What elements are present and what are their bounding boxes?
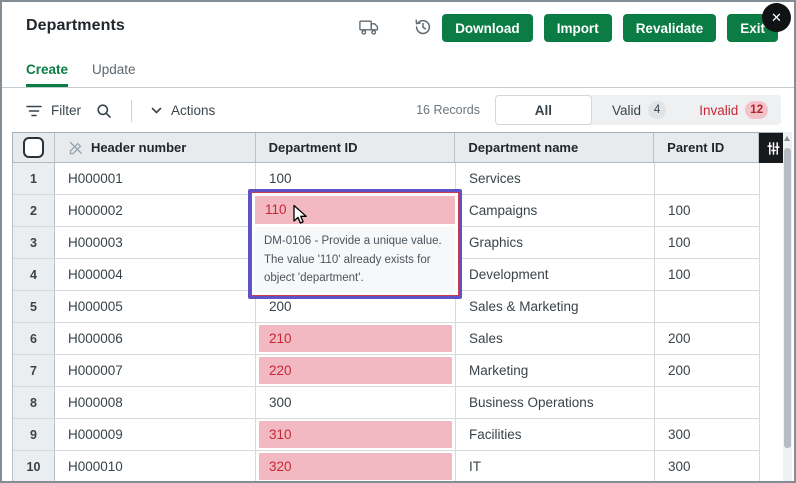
row-number: 10	[13, 451, 55, 483]
cell-header-number[interactable]: H000008	[55, 387, 256, 419]
cell-header-number[interactable]: H000001	[55, 163, 256, 195]
tab-create[interactable]: Create	[26, 54, 68, 87]
search-icon	[96, 103, 112, 119]
history-icon[interactable]	[414, 18, 432, 39]
cell-header-number[interactable]: H000003	[55, 227, 256, 259]
departments-window: Departments Download Import Revalidate E…	[0, 0, 796, 483]
invalid-value: 310	[259, 421, 452, 448]
selected-invalid-cell: 110 DM-0106 - Provide a unique value. Th…	[248, 189, 462, 299]
revalidate-button[interactable]: Revalidate	[623, 14, 717, 42]
cell-parent-id[interactable]: 200	[655, 355, 760, 387]
value: 300	[256, 387, 455, 418]
scrollbar-thumb[interactable]	[784, 148, 791, 448]
cell-department-name[interactable]: Development	[456, 259, 655, 291]
page-title: Departments	[26, 17, 125, 35]
valid-count-badge: 4	[648, 101, 666, 119]
segment-invalid[interactable]: Invalid 12	[686, 95, 781, 125]
invalid-count-badge: 12	[745, 101, 768, 119]
cell-header-number[interactable]: H000010	[55, 451, 256, 483]
row-number: 7	[13, 355, 55, 387]
cell-header-number[interactable]: H000009	[55, 419, 256, 451]
cell-department-name[interactable]: Business Operations	[456, 387, 655, 419]
cell-parent-id[interactable]: 100	[655, 227, 760, 259]
cell-header-number[interactable]: H000004	[55, 259, 256, 291]
cell-header-number[interactable]: H000007	[55, 355, 256, 387]
search-button[interactable]	[96, 103, 112, 119]
vertical-scrollbar[interactable]	[783, 132, 792, 481]
error-tooltip: DM-0106 - Provide a unique value. The va…	[255, 227, 455, 292]
row-number: 3	[13, 227, 55, 259]
cell-department-name[interactable]: Sales	[456, 323, 655, 355]
cell-parent-id[interactable]: 300	[655, 451, 760, 483]
table-header: Header number Department ID Department n…	[12, 133, 787, 163]
download-button[interactable]: Download	[442, 14, 533, 42]
cell-department-name[interactable]: Campaigns	[456, 195, 655, 227]
invalid-value: 320	[259, 453, 452, 480]
select-all-checkbox[interactable]	[23, 137, 44, 158]
cell-parent-id[interactable]	[655, 291, 760, 323]
cell-department-name[interactable]: Graphics	[456, 227, 655, 259]
cell-department-name[interactable]: IT	[456, 451, 655, 483]
table-row: 7H000007220Marketing200	[12, 355, 787, 387]
column-department-id[interactable]: Department ID	[256, 133, 456, 163]
cell-department-name[interactable]: Services	[456, 163, 655, 195]
records-count: 16 Records	[416, 103, 480, 117]
actions-menu-button[interactable]: Actions	[151, 103, 215, 118]
select-all-cell	[13, 133, 55, 163]
cell-header-number[interactable]: H000002	[55, 195, 256, 227]
table-row: 8H000008300Business Operations	[12, 387, 787, 419]
segment-valid[interactable]: Valid 4	[592, 95, 687, 125]
validity-filter: All Valid 4 Invalid 12	[495, 95, 781, 125]
departments-table: Header number Department ID Department n…	[12, 132, 787, 483]
filter-button[interactable]: Filter	[26, 103, 81, 118]
toolbar-divider	[131, 100, 132, 122]
cell-parent-id[interactable]: 100	[655, 195, 760, 227]
cell-department-id[interactable]: 300	[256, 387, 456, 419]
header-actions: Download Import Revalidate Exit	[442, 14, 778, 42]
cell-department-id[interactable]: 310	[256, 419, 456, 451]
column-header-number[interactable]: Header number	[55, 133, 256, 163]
tab-bar: Create Update	[2, 54, 794, 88]
chevron-down-icon	[151, 107, 162, 114]
mouse-cursor	[289, 203, 311, 225]
scroll-up-arrow-icon[interactable]	[784, 136, 790, 141]
cell-parent-id[interactable]: 200	[655, 323, 760, 355]
table-row: 9H000009310Facilities300	[12, 419, 787, 451]
cell-parent-id[interactable]: 100	[655, 259, 760, 291]
tab-update[interactable]: Update	[92, 54, 136, 87]
cell-department-id[interactable]: 320	[256, 451, 456, 483]
column-parent-id[interactable]: Parent ID	[654, 133, 759, 163]
row-number: 2	[13, 195, 55, 227]
table-row: 10H000010320IT300	[12, 451, 787, 483]
invalid-value: 210	[259, 325, 452, 352]
cell-header-number[interactable]: H000006	[55, 323, 256, 355]
sliders-icon	[767, 142, 780, 155]
close-icon[interactable]: ✕	[762, 3, 791, 32]
delivery-truck-icon[interactable]	[359, 19, 379, 39]
cell-department-name[interactable]: Marketing	[456, 355, 655, 387]
cell-department-id[interactable]: 220	[256, 355, 456, 387]
row-number: 9	[13, 419, 55, 451]
import-button[interactable]: Import	[544, 14, 612, 42]
no-edit-icon	[68, 140, 83, 155]
cell-department-name[interactable]: Facilities	[456, 419, 655, 451]
invalid-value: 220	[259, 357, 452, 384]
row-number: 1	[13, 163, 55, 195]
row-number: 4	[13, 259, 55, 291]
filter-icon	[26, 105, 42, 117]
row-number: 8	[13, 387, 55, 419]
cell-header-number[interactable]: H000005	[55, 291, 256, 323]
column-department-name[interactable]: Department name	[455, 133, 654, 163]
cell-parent-id[interactable]: 300	[655, 419, 760, 451]
segment-all[interactable]: All	[495, 95, 592, 125]
table-row: 6H000006210Sales200	[12, 323, 787, 355]
row-number: 5	[13, 291, 55, 323]
invalid-cell-value[interactable]: 110	[255, 196, 455, 224]
toolbar: Filter Actions 16 Records All Valid	[2, 89, 794, 132]
row-number: 6	[13, 323, 55, 355]
cell-parent-id[interactable]	[655, 387, 760, 419]
cell-department-name[interactable]: Sales & Marketing	[456, 291, 655, 323]
cell-department-id[interactable]: 210	[256, 323, 456, 355]
cell-parent-id[interactable]	[655, 163, 760, 195]
